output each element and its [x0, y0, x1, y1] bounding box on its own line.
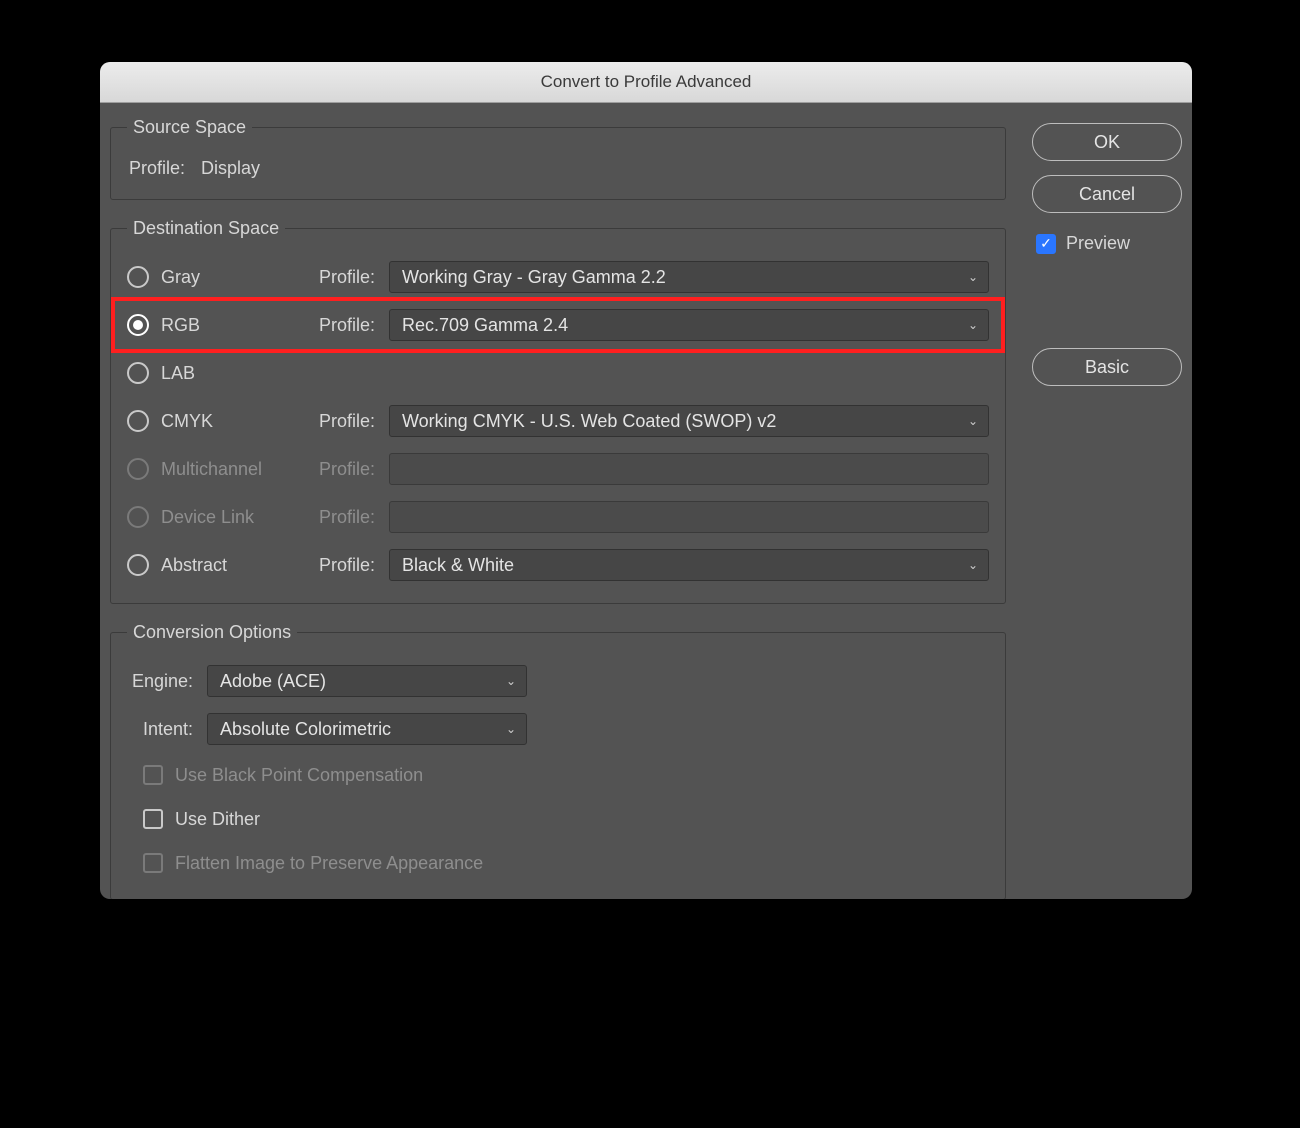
devicelink-profile-select: ⌄ [389, 501, 989, 533]
abstract-profile-select[interactable]: Black & White ⌄ [389, 549, 989, 581]
rgb-profile-select[interactable]: Rec.709 Gamma 2.4 ⌄ [389, 309, 989, 341]
chevron-down-icon: ⌄ [506, 722, 516, 736]
chevron-down-icon: ⌄ [506, 674, 516, 688]
rgb-row-highlight: RGB Profile: Rec.709 Gamma 2.4 ⌄ [127, 301, 989, 349]
radio-rgb-label: RGB [161, 315, 293, 336]
chevron-down-icon: ⌄ [968, 270, 978, 284]
checkbox-dither-label: Use Dither [175, 809, 260, 830]
engine-value: Adobe (ACE) [220, 671, 326, 692]
dialog-window: Convert to Profile Advanced Source Space… [100, 62, 1192, 899]
multichannel-profile-select: ⌄ [389, 453, 989, 485]
abstract-profile-value: Black & White [402, 555, 514, 576]
cmyk-profile-value: Working CMYK - U.S. Web Coated (SWOP) v2 [402, 411, 776, 432]
profile-label: Profile: [305, 267, 375, 288]
profile-label: Profile: [305, 315, 375, 336]
engine-select[interactable]: Adobe (ACE) ⌄ [207, 665, 527, 697]
basic-button[interactable]: Basic [1032, 348, 1182, 386]
source-space-legend: Source Space [127, 117, 252, 138]
radio-lab-label: LAB [161, 363, 293, 384]
conversion-options-legend: Conversion Options [127, 622, 297, 643]
profile-label: Profile: [305, 459, 375, 480]
radio-devicelink [127, 506, 149, 528]
checkbox-flatten [143, 853, 163, 873]
source-space-group: Source Space Profile: Display [110, 117, 1006, 200]
destination-space-legend: Destination Space [127, 218, 285, 239]
chevron-down-icon: ⌄ [968, 318, 978, 332]
intent-select[interactable]: Absolute Colorimetric ⌄ [207, 713, 527, 745]
ok-button[interactable]: OK [1032, 123, 1182, 161]
radio-lab[interactable] [127, 362, 149, 384]
radio-rgb[interactable] [127, 314, 149, 336]
checkbox-flatten-label: Flatten Image to Preserve Appearance [175, 853, 483, 874]
gray-profile-value: Working Gray - Gray Gamma 2.2 [402, 267, 666, 288]
radio-devicelink-label: Device Link [161, 507, 293, 528]
rgb-profile-value: Rec.709 Gamma 2.4 [402, 315, 568, 336]
source-profile-value: Display [201, 158, 260, 179]
radio-cmyk[interactable] [127, 410, 149, 432]
radio-gray[interactable] [127, 266, 149, 288]
checkbox-preview[interactable]: ✓ [1036, 234, 1056, 254]
chevron-down-icon: ⌄ [968, 414, 978, 428]
radio-abstract-label: Abstract [161, 555, 293, 576]
gray-profile-select[interactable]: Working Gray - Gray Gamma 2.2 ⌄ [389, 261, 989, 293]
radio-cmyk-label: CMYK [161, 411, 293, 432]
conversion-options-group: Conversion Options Engine: Adobe (ACE) ⌄… [110, 622, 1006, 899]
checkbox-dither[interactable] [143, 809, 163, 829]
radio-multichannel-label: Multichannel [161, 459, 293, 480]
source-profile-label: Profile: [129, 158, 185, 179]
chevron-down-icon: ⌄ [968, 558, 978, 572]
destination-space-group: Destination Space Gray Profile: Working … [110, 218, 1006, 604]
radio-abstract[interactable] [127, 554, 149, 576]
checkbox-bpc [143, 765, 163, 785]
checkbox-bpc-label: Use Black Point Compensation [175, 765, 423, 786]
intent-label: Intent: [127, 719, 193, 740]
dialog-title: Convert to Profile Advanced [100, 62, 1192, 103]
intent-value: Absolute Colorimetric [220, 719, 391, 740]
cmyk-profile-select[interactable]: Working CMYK - U.S. Web Coated (SWOP) v2… [389, 405, 989, 437]
engine-label: Engine: [127, 671, 193, 692]
profile-label: Profile: [305, 555, 375, 576]
profile-label: Profile: [305, 507, 375, 528]
profile-label: Profile: [305, 411, 375, 432]
checkbox-preview-label: Preview [1066, 233, 1130, 254]
radio-multichannel [127, 458, 149, 480]
cancel-button[interactable]: Cancel [1032, 175, 1182, 213]
radio-gray-label: Gray [161, 267, 293, 288]
